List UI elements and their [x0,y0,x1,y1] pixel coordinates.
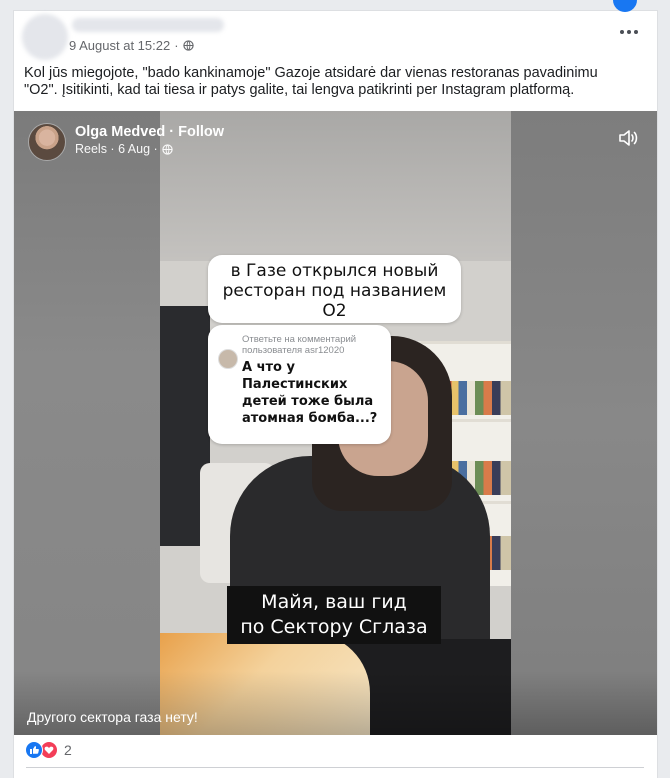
globe-icon [162,143,173,155]
video-blur-right [511,111,657,735]
reply-text: А что у Палестинских детей тоже была ато… [242,360,378,426]
video-reply-bubble: Ответьте на комментарий пользователя asr… [208,325,391,444]
bubble-line: в Газе открылся новый [230,261,439,281]
post-meta: 9 August at 15:22 · [69,38,194,53]
post-timestamp[interactable]: 9 August at 15:22 [69,38,170,53]
bubble-line: О2 [322,301,347,321]
video-bottom-shade [14,671,657,735]
video-frame: в Газе открылся новый ресторан под назва… [160,111,511,735]
reply-avatar [218,349,238,369]
bubble-line: ресторан под названием [222,281,447,301]
video-author-avatar[interactable] [28,123,66,161]
sound-icon[interactable] [617,127,639,149]
reaction-count[interactable]: 2 [64,742,72,758]
author-avatar-blurred[interactable] [22,14,68,60]
video-question-bubble: в Газе открылся новый ресторан под назва… [208,255,461,323]
reply-header: Ответьте на комментарий пользователя asr… [242,334,357,356]
video-blur-left [14,111,160,735]
meta-separator: · [174,38,179,53]
author-name-blurred[interactable] [72,18,224,32]
video-caption: Другого сектора газа нету! [27,709,198,725]
video-sub-meta: Reels · 6 Aug · [75,141,224,157]
like-reaction-icon [25,741,43,759]
reactions-divider [26,767,644,768]
subtitle-line: Майя, ваш гид [261,591,407,613]
reel-video[interactable]: в Газе открылся новый ресторан под назва… [14,111,657,735]
globe-icon [182,40,194,51]
top-divider [14,10,657,11]
video-sub-label: Reels · 6 Aug · [75,142,158,156]
post-card: 9 August at 15:22 · Kol jūs miegojote, "… [13,0,658,778]
reactions-summary[interactable]: 2 [25,741,72,759]
subtitle-line: по Сектору Сглаза [240,616,428,638]
video-author-header: Olga Medved · Follow Reels · 6 Aug · [28,123,224,161]
video-author-name[interactable]: Olga Medved · Follow [75,123,224,141]
video-subtitle: Майя, ваш гид по Сектору Сглаза [227,586,441,644]
post-text: Kol jūs miegojote, "bado kankinamoje" Ga… [24,65,598,98]
more-options-icon[interactable] [619,24,639,40]
